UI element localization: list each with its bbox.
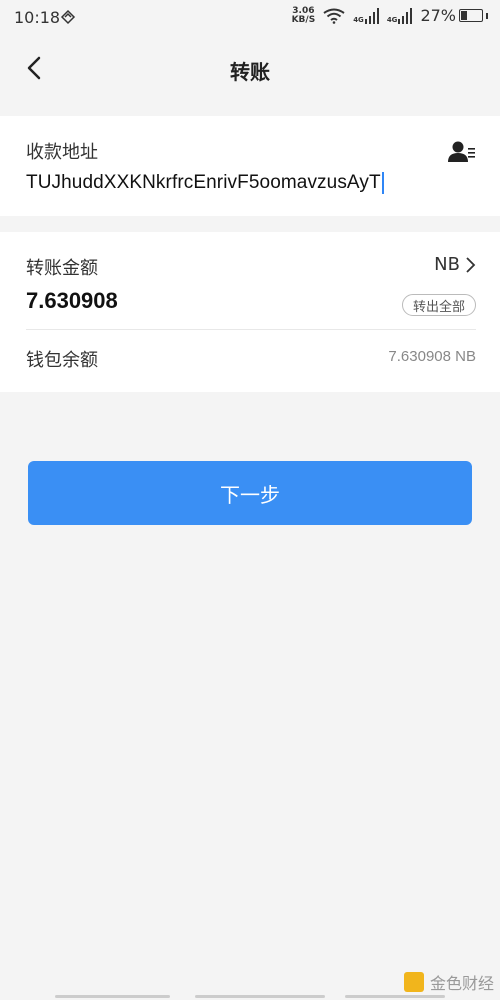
amount-input[interactable]: 7.630908: [26, 288, 118, 314]
watermark-text: 金色财经: [429, 974, 494, 993]
text-caret: [381, 172, 384, 194]
recipient-address-text: TUJhuddXXKNkrfrcEnrivF5oomavzusAyT: [26, 172, 381, 193]
nav-bar: 转账: [0, 36, 500, 100]
watermark: 金色财经: [403, 970, 494, 994]
status-bar: 10:18 3.06 KB/S 4G 4G 27%: [0, 0, 500, 36]
nav-gesture-bar: [345, 995, 445, 998]
transfer-all-button[interactable]: 转出全部: [401, 294, 476, 316]
signal-icon: [398, 7, 413, 24]
unit-label: NB: [434, 254, 460, 275]
balance-label: 钱包余额: [26, 350, 98, 371]
balance-value: 7.630908 NB: [388, 348, 476, 365]
battery-icon: [459, 9, 483, 22]
network-type-1: 4G: [353, 15, 364, 24]
battery-percent: 27%: [420, 6, 456, 25]
unit-selector[interactable]: NB: [434, 254, 476, 275]
battery-fill: [461, 11, 467, 20]
status-right-group: 3.06 KB/S 4G 4G 27%: [292, 6, 488, 25]
chevron-right-icon: [466, 256, 476, 273]
network-speed: 3.06 KB/S: [291, 6, 316, 25]
wifi-icon: [323, 8, 345, 24]
divider: [26, 329, 476, 330]
address-book-icon[interactable]: [448, 140, 476, 164]
recipient-card: 收款地址 TUJhuddXXKNkrfrcEnrivF5oomavzusAyT: [0, 116, 500, 216]
battery-indicator: 27%: [420, 6, 488, 25]
status-time: 10:18: [14, 8, 61, 27]
sync-icon: [60, 9, 76, 25]
network-type-2: 4G: [386, 15, 398, 24]
signal-icon: [364, 7, 379, 24]
signal-2: 4G: [386, 7, 413, 24]
nav-gesture-bar: [55, 995, 170, 998]
amount-card: 转账金额 NB 7.630908 转出全部 钱包余额 7.630908 NB: [0, 232, 500, 392]
network-speed-unit: KB/S: [291, 14, 316, 25]
nav-gesture-bar: [195, 995, 325, 998]
recipient-address-input[interactable]: TUJhuddXXKNkrfrcEnrivF5oomavzusAyT: [26, 168, 446, 198]
watermark-logo-icon: [403, 972, 424, 992]
amount-label: 转账金额: [26, 258, 98, 279]
recipient-label: 收款地址: [26, 142, 98, 163]
signal-1: 4G: [353, 7, 379, 24]
page-title: 转账: [230, 60, 270, 84]
battery-tip: [486, 12, 488, 19]
next-step-button[interactable]: 下一步: [28, 461, 472, 525]
